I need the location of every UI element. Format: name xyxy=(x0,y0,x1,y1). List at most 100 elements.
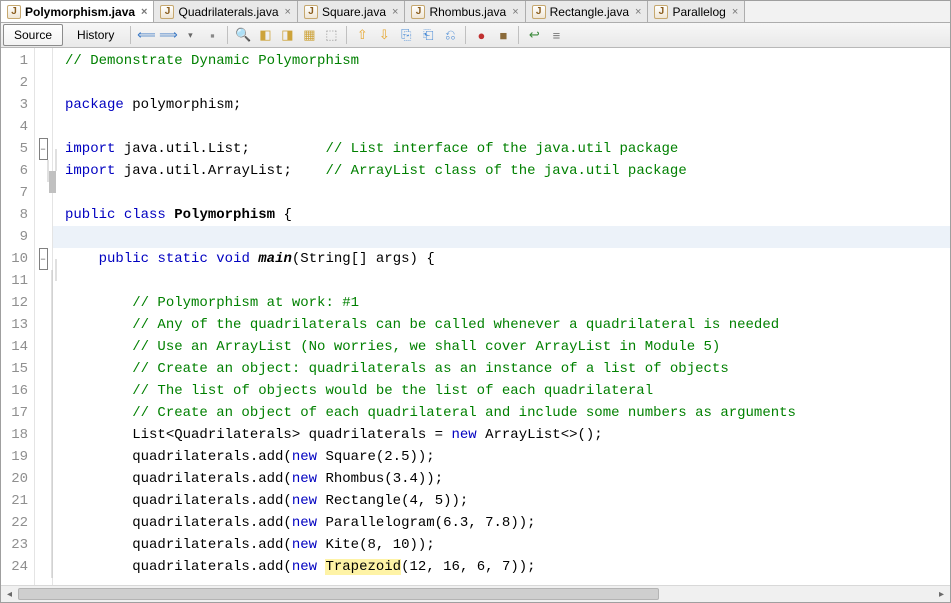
highlight-icon[interactable]: ▦ xyxy=(300,26,318,44)
comment-icon[interactable]: ⎘ xyxy=(397,26,415,44)
nav-back-icon[interactable]: ⟸ xyxy=(137,26,155,44)
file-tab-0[interactable]: J Polymorphism.java × xyxy=(1,1,154,23)
code-line[interactable]: quadrilaterals.add(new Kite(8, 10)); xyxy=(53,534,950,556)
code-line[interactable]: // Create an object of each quadrilatera… xyxy=(53,402,950,424)
code-line[interactable]: public class Polymorphism { xyxy=(53,204,950,226)
line-number: 2 xyxy=(1,72,34,94)
file-tab-2[interactable]: JSquare.java× xyxy=(298,1,405,22)
code-line[interactable] xyxy=(53,116,950,138)
uncomment-icon[interactable]: ⎗ xyxy=(419,26,437,44)
fold-cell xyxy=(35,512,52,534)
fold-cell xyxy=(35,446,52,468)
find-next-icon[interactable]: ◨ xyxy=(278,26,296,44)
find-icon[interactable]: 🔍 xyxy=(234,26,252,44)
code-line[interactable]: quadrilaterals.add(new Square(2.5)); xyxy=(53,446,950,468)
select-icon[interactable]: ⬚ xyxy=(322,26,340,44)
line-number: 23 xyxy=(1,534,34,556)
file-tab-label: Rhombus.java xyxy=(429,5,506,19)
code-line[interactable]: quadrilaterals.add(new Rectangle(4, 5)); xyxy=(53,490,950,512)
code-line[interactable] xyxy=(53,182,950,204)
code-line[interactable] xyxy=(53,226,950,248)
code-line[interactable]: import java.util.List; // List interface… xyxy=(53,138,950,160)
save-icon[interactable]: ▪ xyxy=(203,26,221,44)
file-tab-5[interactable]: J Parallelog × xyxy=(648,1,745,22)
code-line[interactable]: public static void main(String[] args) { xyxy=(53,248,950,270)
fold-cell xyxy=(35,72,52,94)
format-icon[interactable]: ⎌ xyxy=(441,26,459,44)
horizontal-scrollbar[interactable]: ◂ ▸ xyxy=(1,585,950,602)
code-line[interactable]: // The list of objects would be the list… xyxy=(53,380,950,402)
code-line[interactable]: quadrilaterals.add(new Rhombus(3.4)); xyxy=(53,468,950,490)
code-line[interactable] xyxy=(53,270,950,292)
code-line[interactable]: quadrilaterals.add(new Parallelogram(6.3… xyxy=(53,512,950,534)
file-tab-label: Square.java xyxy=(322,5,386,19)
code-line[interactable]: quadrilaterals.add(new Trapezoid(12, 16,… xyxy=(53,556,950,578)
code-line[interactable]: // Demonstrate Dynamic Polymorphism xyxy=(53,50,950,72)
scroll-left-icon[interactable]: ◂ xyxy=(1,586,18,602)
fold-cell xyxy=(35,534,52,556)
close-icon[interactable]: × xyxy=(283,6,291,18)
file-tab-1[interactable]: J Quadrilaterals.java × xyxy=(154,1,298,22)
editor-area: 123456789101112131415161718192021222324 … xyxy=(1,48,950,602)
wrap-icon[interactable]: ↩ xyxy=(525,26,543,44)
code-line[interactable]: // Use an ArrayList (No worries, we shal… xyxy=(53,336,950,358)
line-number-gutter[interactable]: 123456789101112131415161718192021222324 xyxy=(1,48,35,585)
close-icon[interactable]: × xyxy=(139,6,147,18)
java-file-icon: J xyxy=(532,5,546,19)
fold-cell xyxy=(35,270,52,292)
code-line[interactable] xyxy=(53,72,950,94)
ruler-icon[interactable]: ≡ xyxy=(547,26,565,44)
fold-cell xyxy=(35,380,52,402)
fold-cell[interactable]: − xyxy=(35,138,52,160)
file-tab-label: Rectangle.java xyxy=(550,5,629,19)
java-file-icon: J xyxy=(654,5,668,19)
code-line[interactable]: // Polymorphism at work: #1 xyxy=(53,292,950,314)
file-tab-label: Polymorphism.java xyxy=(25,5,135,19)
code-line[interactable]: import java.util.ArrayList; // ArrayList… xyxy=(53,160,950,182)
scroll-right-icon[interactable]: ▸ xyxy=(933,586,950,602)
java-file-icon: J xyxy=(7,5,21,19)
file-tab-4[interactable]: J Rectangle.java × xyxy=(526,1,649,22)
fold-gutter[interactable]: −− xyxy=(35,48,53,585)
close-icon[interactable]: × xyxy=(390,6,398,18)
line-number: 6 xyxy=(1,160,34,182)
line-number: 21 xyxy=(1,490,34,512)
code-editor[interactable]: // Demonstrate Dynamic Polymorphism packa… xyxy=(53,48,950,585)
close-icon[interactable]: × xyxy=(510,6,518,18)
history-tab[interactable]: History xyxy=(67,25,124,45)
line-number: 20 xyxy=(1,468,34,490)
file-tab-bar: J Polymorphism.java × J Quadrilaterals.java ×… xyxy=(1,1,950,23)
fold-cell[interactable]: − xyxy=(35,248,52,270)
code-line[interactable]: // Create an object: quadrilaterals as a… xyxy=(53,358,950,380)
nav-fwd-icon[interactable]: ⟹ xyxy=(159,26,177,44)
code-line[interactable]: List<Quadrilaterals> quadrilaterals = ne… xyxy=(53,424,950,446)
code-line[interactable]: package polymorphism; xyxy=(53,94,950,116)
close-icon[interactable]: × xyxy=(633,6,641,18)
file-tab-label: Parallelog xyxy=(672,5,725,19)
shift-down-icon[interactable]: ⇩ xyxy=(375,26,393,44)
fold-cell xyxy=(35,94,52,116)
close-icon[interactable]: × xyxy=(730,6,738,18)
java-file-icon: J xyxy=(160,5,174,19)
line-number: 9 xyxy=(1,226,34,248)
fold-cell xyxy=(35,402,52,424)
code-line[interactable]: // Any of the quadrilaterals can be call… xyxy=(53,314,950,336)
file-tab-3[interactable]: J Rhombus.java × xyxy=(405,1,525,22)
fold-cell xyxy=(35,424,52,446)
fold-toggle-icon[interactable]: − xyxy=(39,138,48,160)
stop-macro-icon[interactable]: ■ xyxy=(494,26,512,44)
record-macro-icon[interactable]: ● xyxy=(472,26,490,44)
line-number: 12 xyxy=(1,292,34,314)
line-number: 4 xyxy=(1,116,34,138)
scroll-track[interactable] xyxy=(18,586,933,602)
java-file-icon: J xyxy=(411,5,425,19)
fold-cell xyxy=(35,116,52,138)
source-tab[interactable]: Source xyxy=(3,24,63,46)
shift-up-icon[interactable]: ⇧ xyxy=(353,26,371,44)
file-tab-label: Quadrilaterals.java xyxy=(178,5,278,19)
scroll-thumb[interactable] xyxy=(18,588,659,600)
line-number: 15 xyxy=(1,358,34,380)
dropdown-icon[interactable]: ▾ xyxy=(181,26,199,44)
find-prev-icon[interactable]: ◧ xyxy=(256,26,274,44)
fold-toggle-icon[interactable]: − xyxy=(39,248,48,270)
